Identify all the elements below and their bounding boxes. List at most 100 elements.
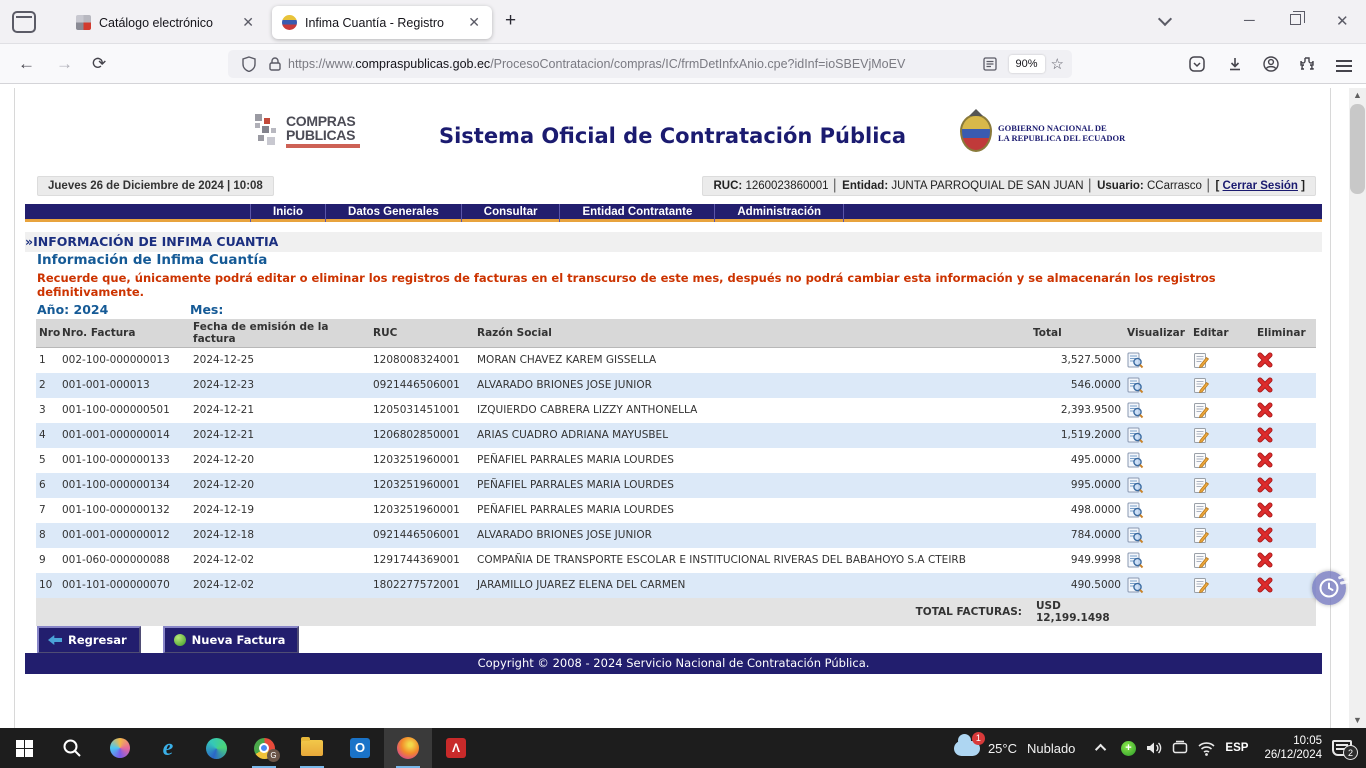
folder-icon	[301, 740, 323, 756]
bookmark-star-icon[interactable]: ☆	[1051, 55, 1064, 73]
reload-button[interactable]: ⟳	[92, 54, 106, 74]
copilot-button[interactable]	[96, 728, 144, 768]
acrobat-button[interactable]: Λ	[432, 728, 480, 768]
regresar-button[interactable]: Regresar	[37, 626, 141, 654]
tab-list-chevron-icon[interactable]	[1158, 12, 1172, 26]
account-icon[interactable]	[1262, 55, 1280, 73]
main-menu: Inicio Datos Generales Consultar Entidad…	[25, 204, 1322, 222]
visualizar-icon[interactable]	[1127, 452, 1144, 469]
eliminar-icon[interactable]	[1257, 352, 1274, 369]
reader-view-icon[interactable]	[982, 56, 998, 72]
visualizar-icon[interactable]	[1127, 352, 1144, 369]
floating-clock-widget[interactable]	[1312, 571, 1346, 605]
table-row: 4 001-001-000000014 2024-12-21 120680285…	[36, 423, 1316, 448]
extensions-icon[interactable]	[1298, 55, 1316, 73]
visualizar-icon[interactable]	[1127, 502, 1144, 519]
nueva-factura-button[interactable]: Nueva Factura	[163, 626, 300, 654]
back-arrow-icon	[48, 635, 62, 645]
firefox-button[interactable]	[384, 728, 432, 768]
editar-icon[interactable]	[1193, 502, 1210, 519]
visualizar-icon[interactable]	[1127, 477, 1144, 494]
eliminar-icon[interactable]	[1257, 402, 1274, 419]
scroll-down-icon[interactable]: ▼	[1353, 716, 1362, 725]
editar-icon[interactable]	[1193, 552, 1210, 569]
breadcrumb: »INFORMACIÓN DE INFIMA CUANTIA	[25, 232, 1322, 252]
clock-widget[interactable]: 10:05 26/12/2024	[1254, 734, 1332, 762]
editar-icon[interactable]	[1193, 527, 1210, 544]
notification-count-badge: 2	[1343, 745, 1358, 760]
tab-favicon	[282, 15, 297, 30]
invoice-table-body: 1 002-100-000000013 2024-12-25 120800832…	[36, 348, 1316, 598]
notification-center-button[interactable]: 2	[1332, 740, 1352, 756]
forward-button[interactable]: →	[56, 54, 73, 74]
outlook-button[interactable]: O	[336, 728, 384, 768]
zoom-level-badge[interactable]: 90%	[1009, 55, 1045, 73]
visualizar-icon[interactable]	[1127, 577, 1144, 594]
eliminar-icon[interactable]	[1257, 577, 1274, 594]
wifi-tray-icon[interactable]	[1193, 728, 1219, 768]
downloads-icon[interactable]	[1226, 55, 1244, 73]
scroll-up-icon[interactable]: ▲	[1353, 91, 1362, 100]
edge-button[interactable]	[192, 728, 240, 768]
minimize-button[interactable]: ─	[1244, 12, 1255, 29]
menu-item-datos-generales[interactable]: Datos Generales	[325, 204, 461, 222]
visualizar-icon[interactable]	[1127, 427, 1144, 444]
menu-item-administracion[interactable]: Administración	[714, 204, 844, 222]
menu-item-entidad-contratante[interactable]: Entidad Contratante	[559, 204, 714, 222]
logout-link[interactable]: Cerrar Sesión	[1223, 180, 1298, 192]
tab-infima-cuantia[interactable]: Infima Cuantía - Registro ✕	[272, 6, 492, 39]
eliminar-icon[interactable]	[1257, 427, 1274, 444]
pocket-save-icon[interactable]	[1188, 55, 1206, 73]
close-window-button[interactable]: ✕	[1336, 12, 1349, 30]
editar-icon[interactable]	[1193, 402, 1210, 419]
editar-icon[interactable]	[1193, 452, 1210, 469]
weather-widget[interactable]: 1 25°C Nublado	[954, 741, 1089, 756]
eliminar-icon[interactable]	[1257, 527, 1274, 544]
editar-icon[interactable]	[1193, 427, 1210, 444]
eliminar-icon[interactable]	[1257, 477, 1274, 494]
datetime-display: Jueves 26 de Diciembre de 2024 | 10:08	[37, 176, 274, 196]
visualizar-icon[interactable]	[1127, 377, 1144, 394]
government-logo: GOBIERNO NACIONAL DE LA REPUBLICA DEL EC…	[960, 114, 1125, 152]
col-eliminar: Eliminar	[1254, 319, 1316, 348]
tray-overflow-button[interactable]	[1089, 728, 1115, 768]
start-button[interactable]	[0, 728, 48, 768]
menu-icon[interactable]	[1336, 57, 1352, 75]
volume-tray-icon[interactable]	[1141, 728, 1167, 768]
editar-icon[interactable]	[1193, 377, 1210, 394]
tab-catalogo[interactable]: Catálogo electrónico ✕	[66, 6, 266, 39]
tab-close-icon[interactable]: ✕	[466, 14, 482, 31]
tab-close-icon[interactable]: ✕	[240, 14, 256, 31]
visualizar-icon[interactable]	[1127, 402, 1144, 419]
eliminar-icon[interactable]	[1257, 377, 1274, 394]
visualizar-icon[interactable]	[1127, 527, 1144, 544]
table-row: 8 001-001-000000012 2024-12-18 092144650…	[36, 523, 1316, 548]
search-button[interactable]	[48, 728, 96, 768]
eliminar-icon[interactable]	[1257, 452, 1274, 469]
visualizar-icon[interactable]	[1127, 552, 1144, 569]
col-factura: Nro. Factura	[59, 319, 190, 348]
editar-icon[interactable]	[1193, 577, 1210, 594]
eliminar-icon[interactable]	[1257, 552, 1274, 569]
editar-icon[interactable]	[1193, 352, 1210, 369]
new-tab-button[interactable]: +	[505, 10, 516, 32]
antivirus-tray-icon[interactable]: +	[1115, 728, 1141, 768]
shield-icon[interactable]	[241, 56, 257, 72]
menu-item-consultar[interactable]: Consultar	[461, 204, 560, 222]
menu-item-inicio[interactable]: Inicio	[250, 204, 325, 222]
editar-icon[interactable]	[1193, 477, 1210, 494]
page-scrollbar[interactable]: ▲ ▼	[1349, 88, 1366, 728]
language-indicator[interactable]: ESP	[1219, 742, 1254, 754]
url-bar[interactable]: https://www.compraspublicas.gob.ec/Proce…	[228, 50, 1072, 78]
file-explorer-button[interactable]	[288, 728, 336, 768]
chrome-button[interactable]: G	[240, 728, 288, 768]
firefox-view-icon[interactable]	[12, 11, 36, 33]
url-text[interactable]: https://www.compraspublicas.gob.ec/Proce…	[288, 57, 977, 71]
restore-button[interactable]	[1290, 14, 1301, 25]
scrollbar-thumb[interactable]	[1350, 104, 1365, 194]
internet-explorer-button[interactable]: e	[144, 728, 192, 768]
back-button[interactable]: ←	[18, 54, 35, 74]
cast-tray-icon[interactable]	[1167, 728, 1193, 768]
eliminar-icon[interactable]	[1257, 502, 1274, 519]
lock-icon[interactable]	[267, 56, 283, 72]
